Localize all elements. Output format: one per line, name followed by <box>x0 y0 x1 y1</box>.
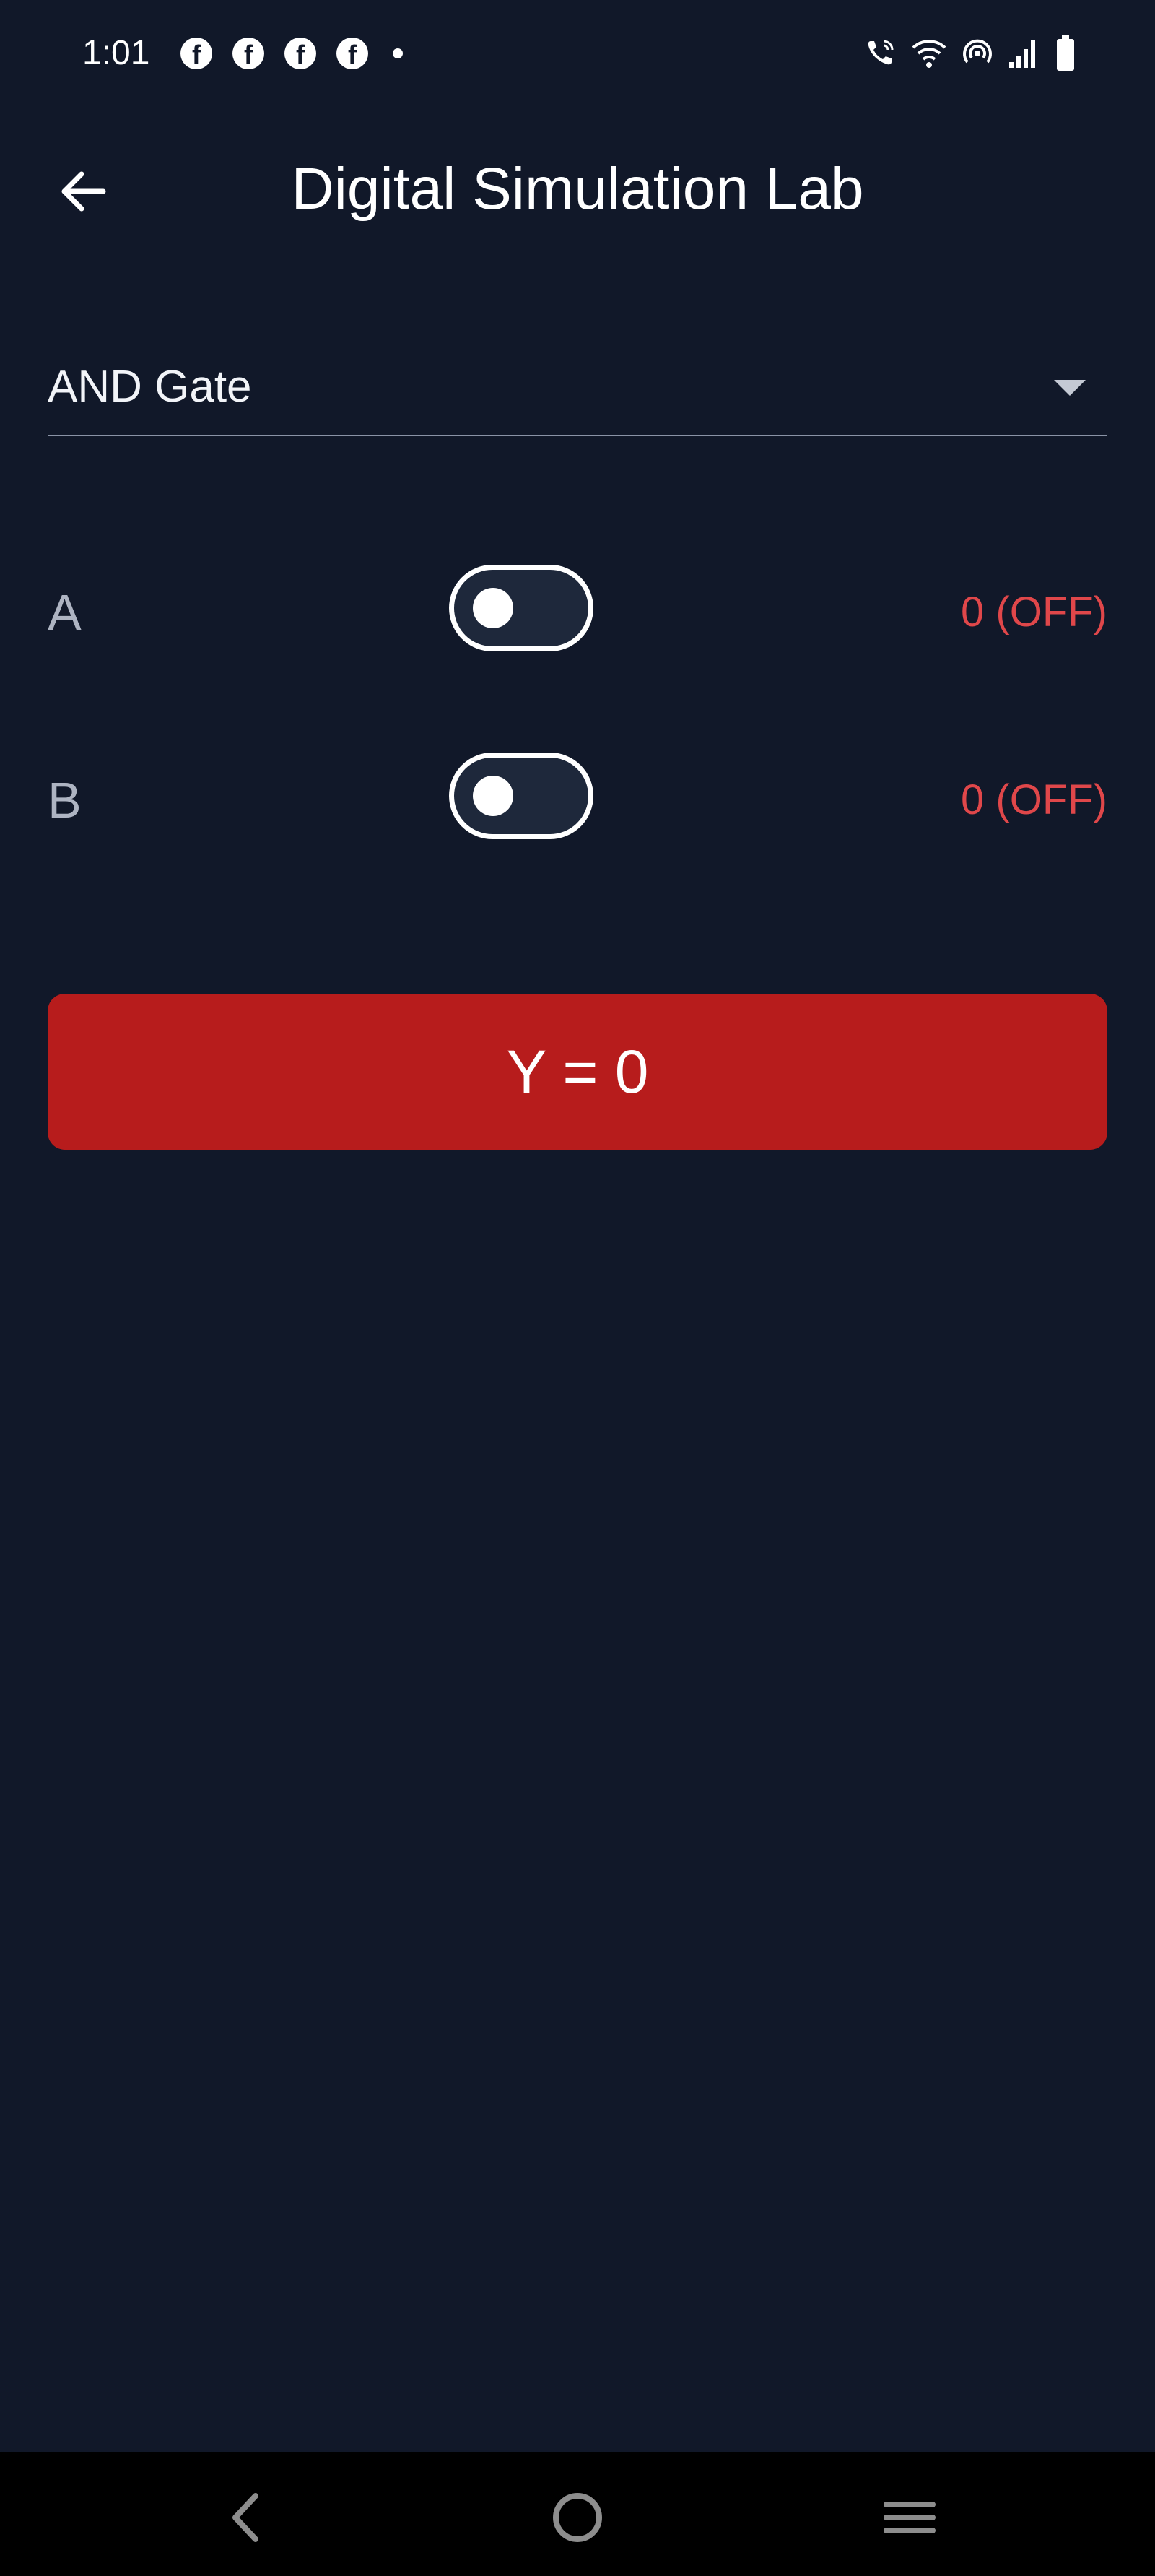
signal-icon <box>1008 38 1041 69</box>
nav-recents-icon <box>884 2502 936 2533</box>
hotspot-icon <box>962 38 993 69</box>
input-label-a: A <box>48 584 82 641</box>
dot-icon <box>393 48 403 58</box>
input-row-a: A 0 (OFF) <box>48 562 1107 663</box>
system-icons <box>863 32 1076 75</box>
toggle-b[interactable] <box>449 753 593 839</box>
facebook-icon: f <box>336 38 368 69</box>
status-time: 1:01 <box>82 34 150 72</box>
gate-select-dropdown[interactable]: AND Gate <box>48 347 1107 436</box>
nav-recents-button[interactable] <box>877 2485 942 2550</box>
input-state-a: 0 (OFF) <box>961 589 1107 636</box>
toggle-a[interactable] <box>449 565 593 651</box>
input-state-b: 0 (OFF) <box>961 776 1107 823</box>
input-row-b: B 0 (OFF) <box>48 750 1107 851</box>
screen: 1:01 f f f f Digital Simulation Lab AND … <box>0 0 1155 2576</box>
nav-home-button[interactable] <box>545 2485 610 2550</box>
wifi-icon <box>911 38 947 69</box>
notification-icons: f f f f <box>180 33 403 74</box>
wifi-calling-icon <box>863 37 897 70</box>
nav-back-icon <box>232 2493 258 2542</box>
toggle-knob <box>473 776 513 816</box>
facebook-icon: f <box>284 38 316 69</box>
page-title: Digital Simulation Lab <box>291 156 864 222</box>
status-bar: 1:01 f f f f <box>0 0 1155 108</box>
app-bar: Digital Simulation Lab <box>0 108 1155 267</box>
dropdown-arrow-icon <box>1054 380 1086 396</box>
nav-back-button[interactable] <box>213 2485 278 2550</box>
battery-icon <box>1055 35 1076 71</box>
input-label-b: B <box>48 772 82 828</box>
toggle-knob <box>473 588 513 628</box>
navigation-bar <box>0 2452 1155 2576</box>
nav-home-icon <box>553 2493 602 2542</box>
facebook-icon: f <box>232 38 264 69</box>
output-indicator: Y = 0 <box>48 994 1107 1150</box>
gate-select-value: AND Gate <box>48 362 252 412</box>
facebook-icon: f <box>180 38 212 69</box>
